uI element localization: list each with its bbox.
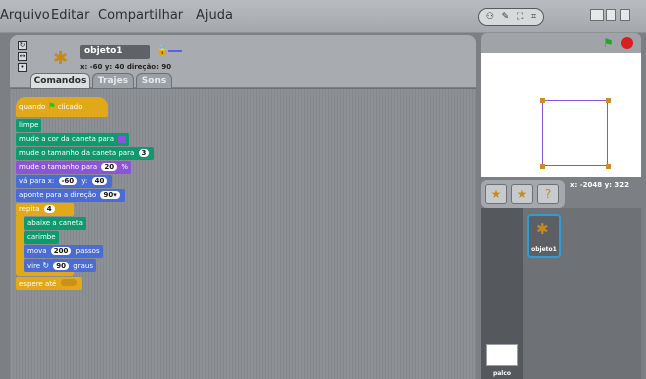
duplicate-icon[interactable]: ⚇ [486,12,494,22]
presentation-mode-icon[interactable] [620,9,630,21]
stamp-mark [540,98,545,103]
stage-header: ⚑ [481,33,641,53]
sprite-library: palco ✱ objeto1 [481,208,641,379]
menu-bar: Arquivo Editar Compartilhar Ajuda ⚇ ✎ ⛶ … [0,0,646,33]
repeat-label: repita [19,205,40,213]
point-direction-block[interactable]: aponte para a direção 90▾ [16,189,125,202]
set-pen-size-label: mude o tamanho da caneta para [19,149,135,157]
sprite-coordinates: x: -60 y: 40 direção: 90 [80,63,172,71]
direction-dropdown[interactable]: 90▾ [100,191,120,199]
move-label: mova [27,247,47,255]
mouse-coordinates: x: -2048 y: 322 [570,181,630,189]
wait-until-label: espere até [19,280,57,288]
mouse-x-value: -2048 [579,181,603,189]
lock-icon[interactable]: 🔒 [156,45,168,56]
set-pen-color-block[interactable]: mude a cor da caneta para [16,133,130,146]
size-unit: % [121,163,129,171]
stamp-mark [606,98,611,103]
stamp-block[interactable]: carimbe [24,231,59,244]
point-direction-label: aponte para a direção [19,191,97,199]
goto-y-input[interactable]: 40 [91,177,108,185]
tab-comandos[interactable]: Comandos [30,73,90,89]
menu-ajuda[interactable]: Ajuda [196,8,233,23]
sprite-name-field[interactable]: objeto1 [80,45,150,59]
rotate-none-icon[interactable]: • [18,63,27,72]
choose-sprite-icon[interactable]: ★ [511,184,533,204]
when-flag-clicked-block[interactable]: quando ⚑ clicado [16,97,108,117]
stage[interactable] [481,53,641,177]
clicked-label: clicado [57,103,83,111]
rotate-full-icon[interactable]: ↻ [18,41,27,50]
paint-sprite-icon[interactable]: ★ [485,184,507,204]
stamp-label: carimbe [27,233,56,241]
sprite-costume-icon: ✱ [536,220,549,238]
clear-label: limpe [19,121,39,129]
move-steps-input[interactable]: 200 [50,247,72,255]
repeat-block-arm [16,216,24,271]
repeat-count-input[interactable]: 4 [43,205,55,213]
layout-small-icon[interactable] [606,9,616,21]
degrees-label: graus [73,262,93,270]
drawn-square [542,100,608,166]
stamp-mark [540,164,545,169]
turn-degrees-input[interactable]: 90 [53,262,70,270]
grow-icon[interactable]: ⛶ [517,12,523,22]
stop-icon[interactable] [621,37,633,49]
move-steps-block[interactable]: mova 200 passos [24,245,103,258]
when-label: quando [19,103,46,111]
delete-icon[interactable]: ✎ [502,12,510,22]
scripts-area[interactable]: quando ⚑ clicado limpe mude a cor da can… [10,88,476,379]
pen-down-label: abaixe a caneta [27,219,83,227]
sprite-tile-label: objeto1 [531,246,557,253]
stamp-mark [606,164,611,169]
rotate-right-icon: ↻ [42,261,50,270]
green-flag-icon[interactable]: ⚑ [603,36,614,50]
menu-arquivo[interactable]: Arquivo [0,8,50,23]
rotate-flip-icon[interactable]: ↔ [18,52,27,61]
menu-compartilhar[interactable]: Compartilhar [98,8,183,23]
set-size-block[interactable]: mude o tamanho para 20 % [16,161,132,174]
random-sprite-icon[interactable]: ? [537,184,559,204]
set-size-label: mude o tamanho para [19,163,98,171]
turn-degrees-block[interactable]: vire ↻ 90 graus [24,259,96,272]
tab-sons[interactable]: Sons [136,73,172,89]
steps-label: passos [75,247,100,255]
goto-y-label: y: [81,177,88,185]
stage-label: palco [492,370,512,377]
layout-normal-icon[interactable] [590,9,604,21]
tab-trajes[interactable]: Trajes [92,73,134,89]
direction-indicator[interactable] [168,50,182,52]
pen-size-input[interactable]: 3 [138,149,150,157]
menu-editar[interactable]: Editar [51,8,90,23]
goto-xy-block[interactable]: vá para x: -60 y: 40 [16,175,113,188]
clear-block[interactable]: limpe [16,119,42,132]
new-sprite-buttons: ★ ★ ? [481,180,565,208]
stage-thumbnail[interactable] [486,344,518,366]
pen-down-block[interactable]: abaixe a caneta [24,217,86,230]
mouse-y-value: 322 [614,181,630,189]
shrink-icon[interactable]: ⌗ [531,12,536,22]
pen-color-swatch[interactable] [118,135,127,143]
turn-label: vire [27,262,41,270]
goto-x-input[interactable]: -60 [58,177,78,185]
green-flag-icon: ⚑ [47,102,56,112]
edit-tools-group: ⚇ ✎ ⛶ ⌗ [478,8,544,26]
set-pen-size-block[interactable]: mude o tamanho da caneta para 3 [16,147,155,160]
set-pen-color-label: mude a cor da caneta para [19,135,114,143]
goto-label: vá para x: [19,177,55,185]
condition-slot[interactable] [60,279,77,286]
sprite-thumbnail: ✱ [53,48,69,69]
repeat-block[interactable]: repita 4 [16,203,74,216]
size-input[interactable]: 20 [101,163,118,171]
wait-until-block[interactable]: espere até [16,277,82,290]
sprite-tile[interactable]: ✱ objeto1 [527,214,561,258]
stage-column: palco [481,208,523,379]
